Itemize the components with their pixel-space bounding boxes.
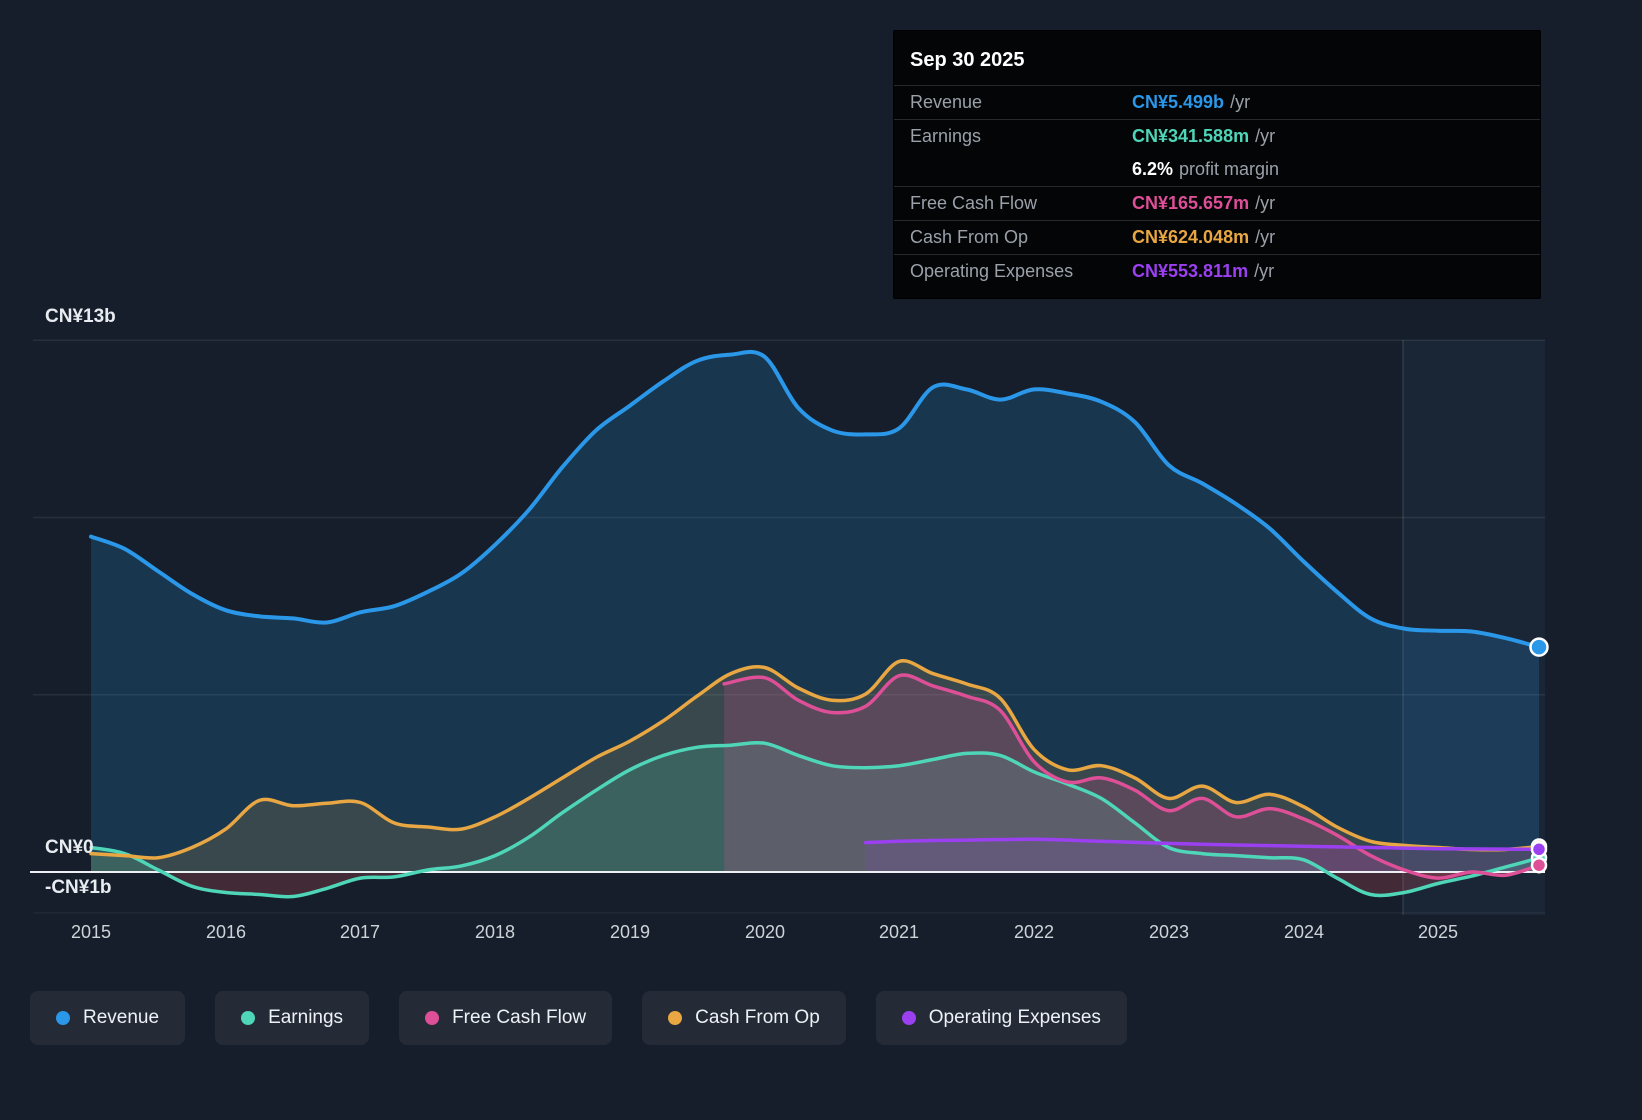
tooltip-label: Free Cash Flow — [910, 193, 1038, 213]
legend-dot-earnings-icon — [241, 1011, 256, 1025]
page-root: CN¥13b CN¥0 -CN¥1b 2015 2016 2017 2018 2… — [0, 0, 1642, 1120]
tooltip-label: Revenue — [910, 92, 983, 112]
tooltip-row-earnings: Earnings CN¥341.588m /yr — [894, 119, 1540, 153]
legend-dot-free-cash-flow-icon — [425, 1011, 440, 1025]
x-tick-label: 2016 — [205, 922, 247, 942]
tooltip-value: CN¥165.657m — [1132, 193, 1250, 213]
tooltip-label: Cash From Op — [910, 227, 1029, 247]
tooltip-row-free-cash-flow: Free Cash Flow CN¥165.657m /yr — [894, 186, 1540, 220]
tooltip-value: CN¥5.499b — [1132, 92, 1225, 112]
tooltip-suffix: /yr — [1230, 92, 1251, 112]
tooltip-label: Earnings — [910, 126, 982, 146]
tooltip-row-profit-margin: 6.2% profit margin — [894, 153, 1540, 186]
x-tick-label: 2020 — [744, 922, 786, 942]
legend-label: Operating Expenses — [928, 1007, 1101, 1028]
tooltip-suffix: /yr — [1255, 227, 1276, 247]
legend-item-earnings[interactable]: Earnings — [215, 991, 370, 1045]
tooltip-label: Operating Expenses — [910, 261, 1074, 281]
legend-item-free-cash-flow[interactable]: Free Cash Flow — [399, 991, 613, 1045]
tooltip-value: CN¥553.811m — [1132, 261, 1249, 281]
tooltip-suffix: /yr — [1255, 126, 1276, 146]
x-tick-label: 2018 — [474, 922, 516, 942]
tooltip-value: 6.2% — [1132, 159, 1174, 179]
y-axis-label-negative: -CN¥1b — [45, 877, 112, 898]
x-tick-label: 2024 — [1283, 922, 1325, 942]
legend: Revenue Earnings Free Cash Flow Cash Fro… — [30, 991, 1127, 1045]
tooltip-date: Sep 30 2025 — [894, 45, 1540, 86]
x-tick-label: 2023 — [1148, 922, 1190, 942]
tooltip-value: CN¥341.588m — [1132, 126, 1250, 146]
legend-dot-revenue-icon — [56, 1011, 70, 1025]
legend-label: Free Cash Flow — [452, 1007, 587, 1028]
summary-tooltip: Sep 30 2025 Revenue CN¥5.499b /yr Earnin… — [893, 30, 1541, 299]
legend-item-operating-expenses[interactable]: Operating Expenses — [875, 991, 1127, 1045]
x-tick-label: 2015 — [70, 922, 112, 942]
tooltip-row-cash-from-op: Cash From Op CN¥624.048m /yr — [894, 220, 1540, 254]
tooltip-suffix: /yr — [1254, 261, 1275, 281]
tooltip-suffix: profit margin — [1179, 159, 1280, 179]
legend-dot-operating-expenses-icon — [901, 1011, 916, 1025]
legend-item-cash-from-op[interactable]: Cash From Op — [642, 991, 846, 1045]
y-axis-label-zero: CN¥0 — [45, 837, 94, 858]
legend-label: Cash From Op — [695, 1007, 820, 1028]
y-axis-label-top: CN¥13b — [45, 306, 116, 327]
legend-label: Earnings — [268, 1007, 344, 1028]
tooltip-value: CN¥624.048m — [1132, 227, 1250, 247]
legend-label: Revenue — [83, 1007, 160, 1028]
x-tick-label: 2022 — [1013, 922, 1055, 942]
tooltip-row-revenue: Revenue CN¥5.499b /yr — [894, 86, 1540, 119]
x-tick-label: 2021 — [878, 922, 920, 942]
legend-dot-cash-from-op-icon — [668, 1011, 683, 1025]
tooltip-suffix: /yr — [1255, 193, 1276, 213]
x-tick-label: 2025 — [1417, 922, 1459, 942]
legend-item-revenue[interactable]: Revenue — [30, 991, 186, 1045]
x-tick-label: 2019 — [609, 922, 651, 942]
x-tick-label: 2017 — [339, 922, 381, 942]
tooltip-row-operating-expenses: Operating Expenses CN¥553.811m /yr — [894, 254, 1540, 288]
